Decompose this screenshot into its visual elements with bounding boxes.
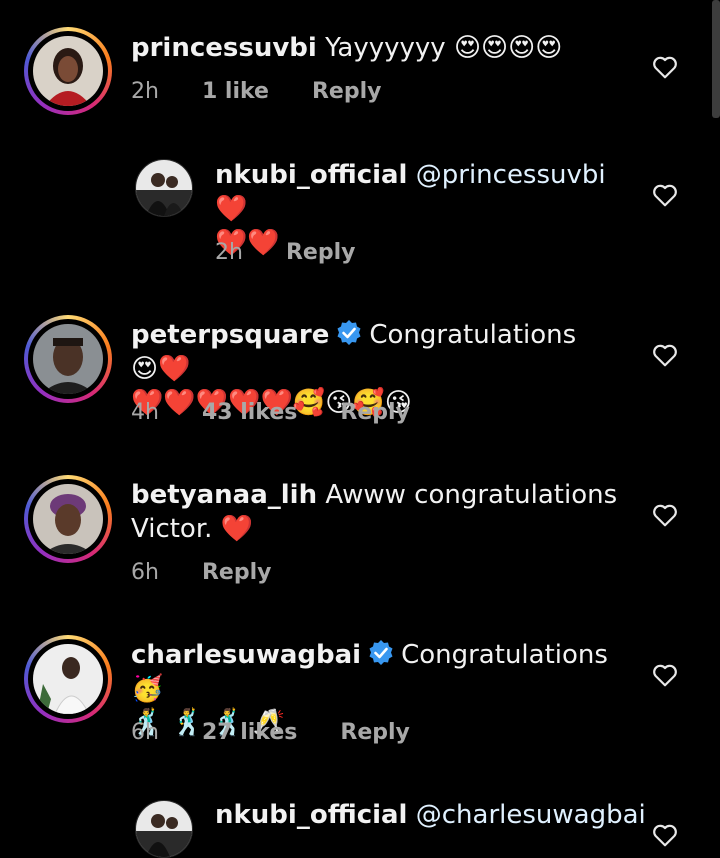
reply-button[interactable]: Reply (340, 720, 410, 745)
emoji-group: ❤️ (220, 514, 254, 544)
heart-icon[interactable] (652, 663, 678, 687)
comment-body: Congratulations (401, 640, 608, 670)
comment-body: Congratulations (369, 320, 577, 350)
reply-button[interactable]: Reply (286, 240, 356, 265)
reply-button[interactable]: Reply (312, 79, 382, 104)
username[interactable]: betyanaa_lih (131, 480, 317, 510)
comment-meta: 4h 43 likes Reply (131, 400, 446, 425)
like-count[interactable]: 1 like (202, 79, 269, 104)
avatar (33, 484, 103, 554)
username[interactable]: princessuvbi (131, 33, 317, 63)
comment-text: betyanaa_lih Awww congratulations Victor… (131, 478, 631, 546)
reply-button[interactable]: Reply (340, 400, 410, 425)
emoji-group: 😍❤️ (131, 354, 191, 384)
heart-icon[interactable] (652, 823, 678, 847)
heart-icon[interactable] (652, 183, 678, 207)
avatar (33, 644, 103, 714)
comment-meta: 2h 1 like Reply (131, 79, 417, 104)
comment-meta: 6h Reply (131, 560, 307, 585)
avatar-story-ring[interactable] (24, 27, 112, 115)
timestamp: 6h (131, 560, 159, 585)
avatar[interactable] (135, 800, 193, 858)
avatar-story-ring[interactable] (24, 635, 112, 723)
comment-body: Yayyyyyy (325, 33, 446, 63)
emoji-group: 🥳 (131, 674, 164, 704)
username[interactable]: peterpsquare (131, 320, 329, 350)
avatar[interactable] (135, 159, 193, 217)
emoji-group: ❤️ (215, 194, 248, 224)
verified-badge-icon (369, 640, 393, 665)
avatar-story-ring[interactable] (24, 475, 112, 563)
username[interactable]: charlesuwagbai (131, 640, 361, 670)
emoji-group: 😍😍😍😍 (453, 33, 563, 63)
username[interactable]: nkubi_official (215, 160, 407, 190)
timestamp: 4h (131, 400, 159, 425)
timestamp: 2h (131, 79, 159, 104)
timestamp: 6h (131, 720, 159, 745)
comment-body: Victor. (131, 514, 213, 544)
like-count[interactable]: 27 likes (202, 720, 297, 745)
comment-text: princessuvbi Yayyyyyy 😍😍😍😍 (131, 31, 631, 65)
scrollbar[interactable] (712, 0, 720, 118)
heart-icon[interactable] (652, 503, 678, 527)
avatar-story-ring[interactable] (24, 315, 112, 403)
avatar (33, 36, 103, 106)
like-count[interactable]: 43 likes (202, 400, 297, 425)
username[interactable]: nkubi_official (215, 800, 407, 830)
verified-badge-icon (337, 320, 361, 345)
avatar (33, 324, 103, 394)
reply-button[interactable]: Reply (202, 560, 272, 585)
heart-icon[interactable] (652, 343, 678, 367)
heart-icon[interactable] (652, 55, 678, 79)
comment-meta: 2h Reply (215, 240, 391, 265)
comment-text: nkubi_official @charlesuwagbai (215, 798, 646, 832)
comment-body: Awww congratulations (325, 480, 618, 510)
mention-link[interactable]: @charlesuwagbai (416, 800, 646, 830)
mention-link[interactable]: @princessuvbi (416, 160, 606, 190)
comment-meta: 6h 27 likes Reply (131, 720, 446, 745)
timestamp: 2h (215, 240, 243, 265)
